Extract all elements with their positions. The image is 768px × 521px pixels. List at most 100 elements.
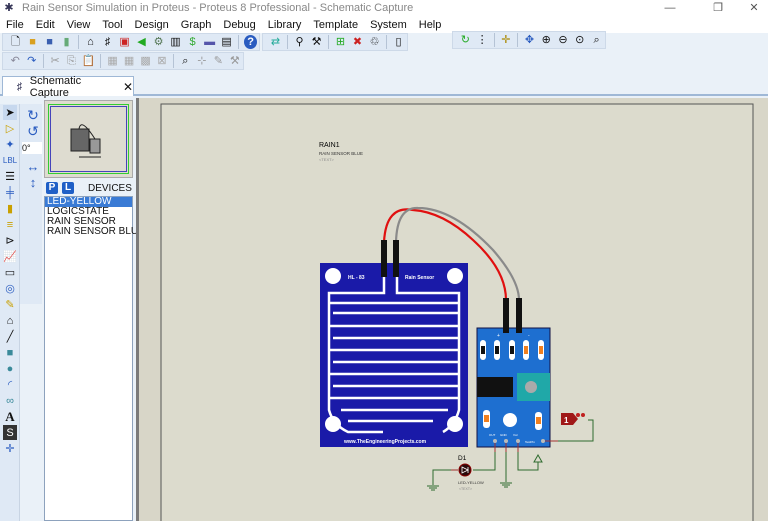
search-part-icon[interactable]: ⚲ [293, 35, 306, 49]
open-icon[interactable]: ■ [26, 35, 39, 49]
schematic-canvas[interactable]: RAIN1 RAIN SENSOR BLUE <TEXT> HL - 83 Ra… [136, 98, 768, 521]
save-icon[interactable]: ■ [43, 35, 56, 49]
decompose-icon[interactable]: ⚒ [229, 54, 241, 68]
menu-graph[interactable]: Graph [175, 19, 218, 31]
help-icon[interactable]: ? [244, 35, 258, 49]
device-list[interactable]: LED-YELLOW LOGICSTATE RAIN SENSOR RAIN S… [44, 196, 145, 521]
design-explorer-icon[interactable]: ▥ [169, 35, 182, 49]
menu-library[interactable]: Library [262, 19, 308, 31]
make-device-icon[interactable]: ⊹ [196, 54, 208, 68]
pin-label-testpin: TestPin [525, 440, 535, 444]
3d-icon[interactable]: ◀ [135, 35, 148, 49]
menu-system[interactable]: System [364, 19, 413, 31]
menu-debug[interactable]: Debug [217, 19, 261, 31]
report-icon[interactable]: ▯ [392, 35, 405, 49]
new-sheet-icon[interactable]: ⊞ [334, 35, 347, 49]
pan-icon[interactable]: ✥ [523, 33, 536, 47]
schematic-svg[interactable]: RAIN1 RAIN SENSOR BLUE <TEXT> HL - 83 Ra… [139, 98, 768, 521]
gerber-icon[interactable]: ⚙ [152, 35, 165, 49]
menu-edit[interactable]: Edit [30, 19, 61, 31]
rotate-clockwise-icon[interactable]: ↻ [26, 108, 40, 122]
paste-icon[interactable]: 📋 [82, 54, 96, 68]
design-toolbar: ⇄ ⚲ ⚒ ⊞ ✖ ♲ ▯ [262, 33, 408, 51]
new-icon[interactable]: 🗋 [9, 35, 22, 49]
tab-schematic-capture[interactable]: ♯ Schematic Capture ✕ [2, 75, 134, 99]
pick-parts-icon[interactable]: ⌕ [179, 54, 191, 68]
zoom-all-icon[interactable]: ⊙ [573, 33, 586, 47]
zoom-area-icon[interactable]: ⌕ [590, 33, 603, 47]
pick-from-library-button[interactable]: P [46, 182, 58, 194]
maximize-button[interactable]: ❐ [700, 0, 736, 16]
block-delete-icon[interactable]: ⊠ [156, 54, 168, 68]
subcircuit-icon[interactable]: ▮ [3, 201, 17, 216]
menu-file[interactable]: File [0, 19, 30, 31]
text-icon[interactable]: A [3, 409, 17, 424]
menu-tool[interactable]: Tool [96, 19, 128, 31]
close-button[interactable]: ✕ [736, 0, 768, 16]
graph-icon[interactable]: 📈 [3, 249, 17, 264]
menu-design[interactable]: Design [129, 19, 175, 31]
wire-autorouter-icon[interactable]: ⇄ [269, 35, 282, 49]
path-icon[interactable]: ∞ [3, 393, 17, 408]
wire-label-icon[interactable]: LBL [3, 153, 17, 168]
arc-icon[interactable]: ◜ [3, 377, 17, 392]
rain-sensor-board: HL - 83 Rain Sensor www.TheEngineeringPr… [320, 240, 468, 447]
mirror-vertical-icon[interactable]: ↕ [26, 176, 40, 190]
notes-icon[interactable]: ▤ [220, 35, 233, 49]
delete-sheet-icon[interactable]: ✖ [351, 35, 364, 49]
selection-mode-icon[interactable]: ➤ [3, 105, 17, 120]
bom-icon[interactable]: $ [186, 35, 199, 49]
menu-help[interactable]: Help [413, 19, 448, 31]
junction-icon[interactable]: ✦ [3, 137, 17, 152]
netlist-icon[interactable]: ♲ [368, 35, 381, 49]
redo-icon[interactable]: ↷ [25, 54, 37, 68]
virtual-instrument-icon[interactable]: ⌂ [3, 313, 17, 328]
schematic-icon[interactable]: ♯ [101, 35, 114, 49]
line-icon[interactable]: ╱ [3, 329, 17, 344]
generator-icon[interactable]: ◎ [3, 281, 17, 296]
text-script-icon[interactable]: ☰ [3, 169, 17, 184]
zoom-in-icon[interactable]: ⊕ [540, 33, 553, 47]
bus-icon[interactable]: ╪ [3, 185, 17, 200]
mirror-horizontal-icon[interactable]: ↔ [26, 160, 40, 174]
device-item-rain-sensor-blue[interactable]: RAIN SENSOR BLUE [45, 227, 145, 237]
cut-icon[interactable]: ✂ [49, 54, 61, 68]
copy-icon[interactable]: ⎘ [65, 54, 77, 68]
rotate-anticlockwise-icon[interactable]: ↺ [26, 124, 40, 138]
grid-icon[interactable]: ⋮ [476, 33, 489, 47]
overview-thumbnail [70, 124, 101, 158]
voltage-probe-icon[interactable]: ✎ [3, 297, 17, 312]
window-title: Rain Sensor Simulation in Proteus - Prot… [22, 2, 414, 14]
marker-icon[interactable]: ✛ [3, 441, 17, 456]
tab-close-icon[interactable]: ✕ [123, 80, 133, 94]
overview-window[interactable] [44, 100, 133, 178]
block-rotate-icon[interactable]: ▩ [139, 54, 151, 68]
source-icon[interactable]: ▬ [203, 35, 216, 49]
minimize-button[interactable]: — [652, 0, 688, 16]
devices-header: P L DEVICES [44, 180, 133, 196]
property-tool-icon[interactable]: ⚒ [310, 35, 323, 49]
home-icon[interactable]: ⌂ [84, 35, 97, 49]
origin-icon[interactable]: ✛ [499, 33, 512, 47]
block-copy-icon[interactable]: ▦ [106, 54, 118, 68]
tape-recorder-icon[interactable]: ▭ [3, 265, 17, 280]
block-move-icon[interactable]: ▦ [123, 54, 135, 68]
device-pins-icon[interactable]: ⊳ [3, 233, 17, 248]
circle-icon[interactable]: ● [3, 361, 17, 376]
board-label-hl83: HL - 83 [348, 275, 365, 281]
menu-template[interactable]: Template [307, 19, 364, 31]
terminals-icon[interactable]: ≡ [3, 217, 17, 232]
pcb-icon[interactable]: ▣ [118, 35, 131, 49]
import-icon[interactable]: ▮ [60, 35, 73, 49]
rotation-angle-field[interactable]: 0° [22, 142, 42, 154]
box-icon[interactable]: ■ [3, 345, 17, 360]
package-tool-icon[interactable]: ✎ [212, 54, 224, 68]
symbol-icon[interactable]: S [3, 425, 17, 440]
undo-icon[interactable]: ↶ [9, 54, 21, 68]
refresh-icon[interactable]: ↻ [459, 33, 472, 47]
component-mode-icon[interactable]: ▷ [3, 121, 17, 136]
rain-sensor-ref: RAIN1 [319, 142, 340, 149]
library-manager-button[interactable]: L [62, 182, 74, 194]
menu-view[interactable]: View [61, 19, 97, 31]
zoom-out-icon[interactable]: ⊖ [557, 33, 570, 47]
